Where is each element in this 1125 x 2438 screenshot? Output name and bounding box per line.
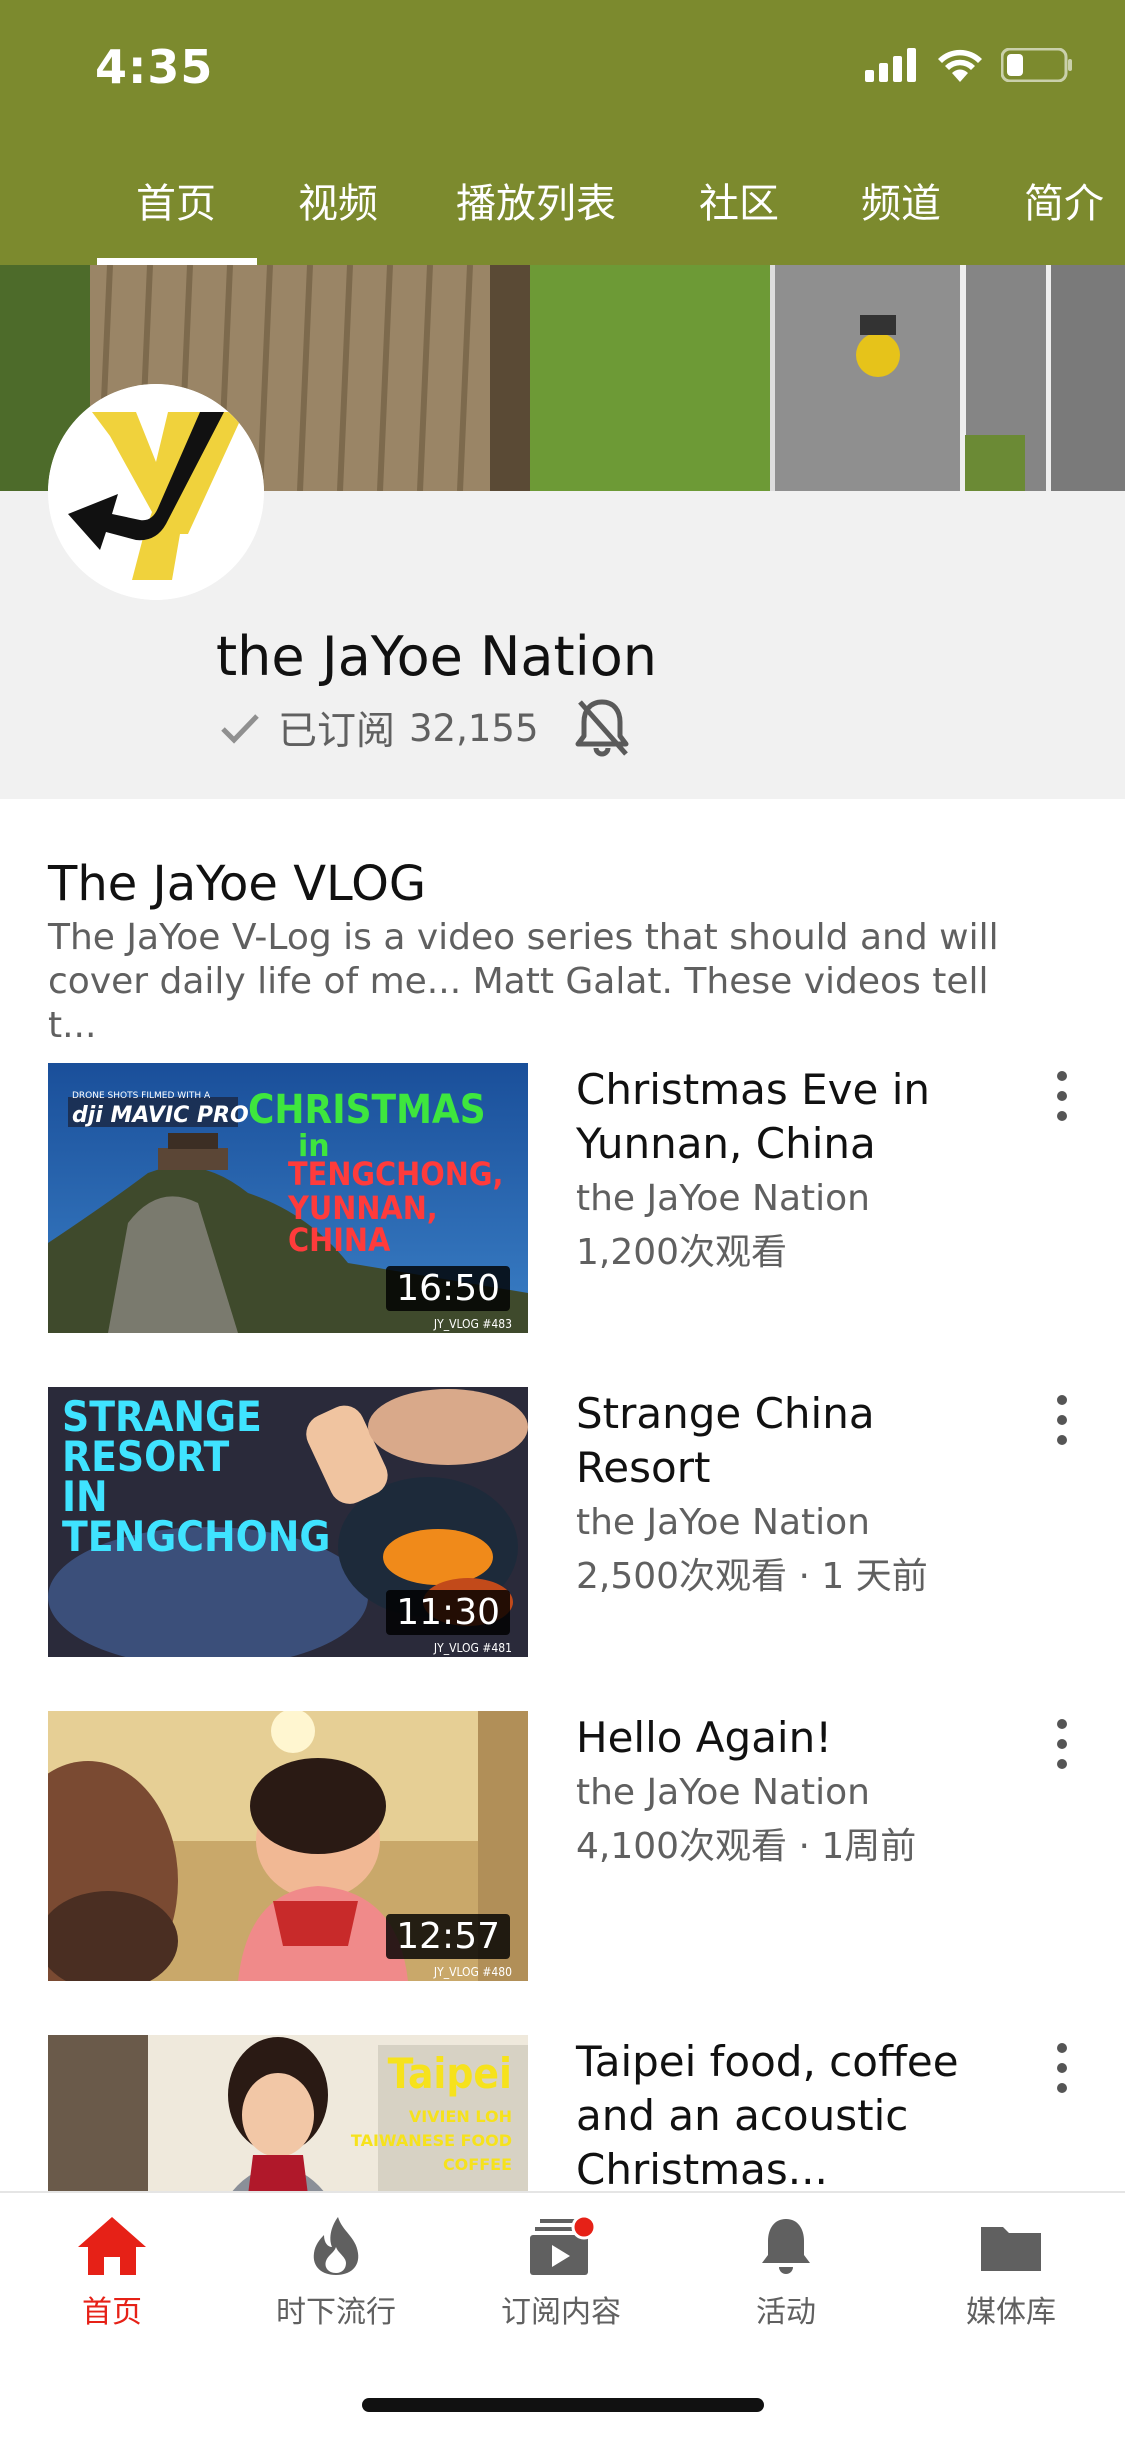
thumbnail-badge: DRONE SHOTS FILMED WITH A (72, 1091, 211, 1101)
video-item[interactable]: Taipei VIVIEN LOH TAIWANESE FOOD COFFEE … (0, 2035, 1125, 2191)
tab-playlists[interactable]: 播放列表 (456, 171, 616, 229)
cellular-signal-icon (865, 48, 916, 82)
status-bar: 4:35 (0, 0, 1125, 135)
tab-videos[interactable]: 视频 (298, 171, 378, 229)
video-channel: the JaYoe Nation (576, 1772, 870, 1813)
tab-about[interactable]: 简介 (1024, 171, 1104, 229)
checkmark-icon (221, 714, 259, 744)
subscriber-count: 32,155 (409, 706, 539, 750)
video-duration: 12:57 (386, 1914, 510, 1959)
thumbnail-text: STRANGE RESORT IN TENGCHONG (62, 1392, 331, 1561)
thumbnail-brand: dji MAVIC PRO (72, 1103, 249, 1128)
video-title[interactable]: Christmas Eve in Yunnan, China (576, 1063, 1006, 1171)
subscribed-button[interactable]: 已订阅 (278, 700, 395, 756)
more-options-icon[interactable] (1052, 1395, 1072, 1455)
video-stats: 2,500次观看 · 1 天前 (576, 1556, 928, 1597)
home-icon (78, 2217, 146, 2275)
channel-name: the JaYoe Nation (216, 625, 657, 688)
nav-home[interactable]: 首页 (12, 2215, 212, 2331)
playlist-title[interactable]: The JaYoe VLOG (48, 856, 426, 912)
status-time: 4:35 (95, 40, 214, 94)
vlog-tag: JY_VLOG #483 (433, 1317, 512, 1331)
channel-tabs: 首页 视频 播放列表 社区 频道 简介 (0, 135, 1125, 265)
active-tab-indicator (97, 258, 257, 265)
thumbnail-text: Taipei (387, 2049, 512, 2098)
more-options-icon[interactable] (1052, 1719, 1072, 1779)
video-item[interactable]: STRANGE RESORT IN TENGCHONG 11:30 JY_VLO… (0, 1387, 1125, 1657)
video-thumbnail[interactable]: STRANGE RESORT IN TENGCHONG 11:30 JY_VLO… (48, 1387, 528, 1657)
video-stats: 1,200次观看 (576, 1232, 788, 1273)
video-thumbnail[interactable]: Taipei VIVIEN LOH TAIWANESE FOOD COFFEE (48, 2035, 528, 2191)
vlog-tag: JY_VLOG #481 (433, 1641, 512, 1655)
video-channel: the JaYoe Nation (576, 1178, 870, 1219)
video-stats: 4,100次观看 · 1周前 (576, 1826, 917, 1867)
flame-icon (313, 2217, 359, 2275)
video-channel: the JaYoe Nation (576, 1502, 870, 1543)
thumbnail-text: CHRISTMAS (248, 1087, 486, 1133)
folder-icon (981, 2227, 1041, 2271)
video-thumbnail[interactable]: DRONE SHOTS FILMED WITH A dji MAVIC PRO … (48, 1063, 528, 1333)
video-thumbnail[interactable]: 12:57 JY_VLOG #480 (48, 1711, 528, 1981)
video-item[interactable]: 12:57 JY_VLOG #480 Hello Again! the JaYo… (0, 1711, 1125, 1981)
bell-icon (762, 2219, 810, 2274)
video-title[interactable]: Hello Again! (576, 1711, 1006, 1765)
home-indicator[interactable] (362, 2398, 764, 2412)
battery-icon (1001, 48, 1072, 82)
wifi-icon (938, 49, 982, 82)
vlog-tag: JY_VLOG #480 (433, 1965, 512, 1979)
nav-trending[interactable]: 时下流行 (236, 2215, 436, 2331)
nav-library[interactable]: 媒体库 (911, 2215, 1111, 2331)
subscription-row: 已订阅 32,155 (220, 700, 538, 756)
video-title[interactable]: Taipei food, coffee and an acoustic Chri… (576, 2035, 1006, 2191)
video-duration: 16:50 (386, 1266, 510, 1311)
playlist-description: The JaYoe V-Log is a video series that s… (48, 917, 999, 1046)
channel-avatar[interactable] (48, 384, 264, 600)
subscriptions-icon (530, 2214, 597, 2275)
video-item[interactable]: DRONE SHOTS FILMED WITH A dji MAVIC PRO … (0, 1063, 1125, 1333)
notifications-off-icon[interactable] (572, 696, 632, 760)
nav-activity[interactable]: 活动 (686, 2215, 886, 2331)
tab-channels[interactable]: 频道 (861, 171, 941, 229)
video-duration: 11:30 (386, 1590, 510, 1635)
more-options-icon[interactable] (1052, 2043, 1072, 2103)
jayoe-logo-icon (48, 384, 264, 600)
more-options-icon[interactable] (1052, 1071, 1072, 1131)
tab-community[interactable]: 社区 (699, 171, 779, 229)
tab-home[interactable]: 首页 (136, 171, 216, 229)
video-title[interactable]: Strange China Resort (576, 1387, 1006, 1495)
nav-subscriptions[interactable]: 订阅内容 (461, 2214, 661, 2331)
